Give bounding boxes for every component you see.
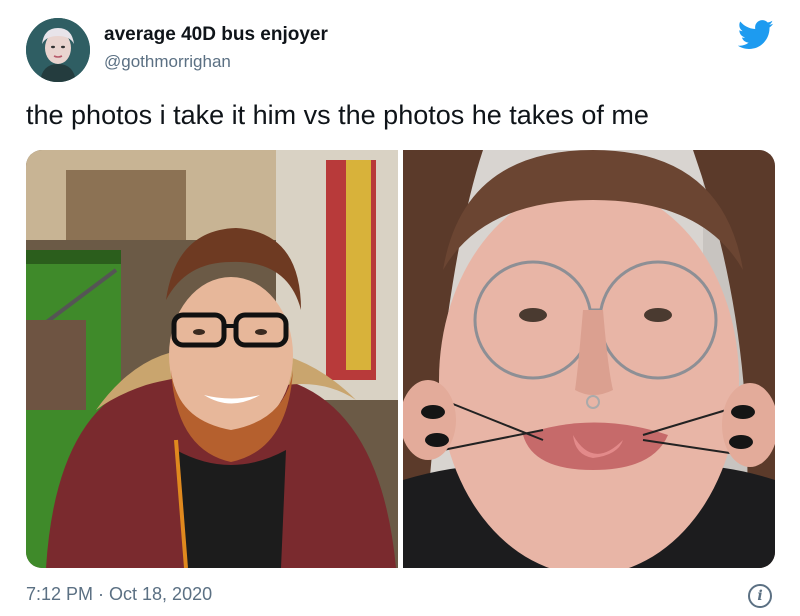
photo-man-smiling[interactable] (26, 150, 398, 568)
author-name[interactable]: average 40D bus enjoyer (104, 24, 328, 46)
info-icon[interactable]: i (748, 584, 772, 608)
tweet-timestamp[interactable]: 7:12 PM · Oct 18, 2020 (26, 584, 212, 605)
author-avatar[interactable] (26, 18, 90, 82)
twitter-bird-icon[interactable] (737, 20, 774, 50)
photo-woman-funny-face[interactable] (403, 150, 775, 568)
author-handle[interactable]: @gothmorrighan (104, 52, 231, 72)
tweet-text: the photos i take it him vs the photos h… (26, 100, 649, 130)
tweet-media[interactable] (26, 150, 775, 568)
